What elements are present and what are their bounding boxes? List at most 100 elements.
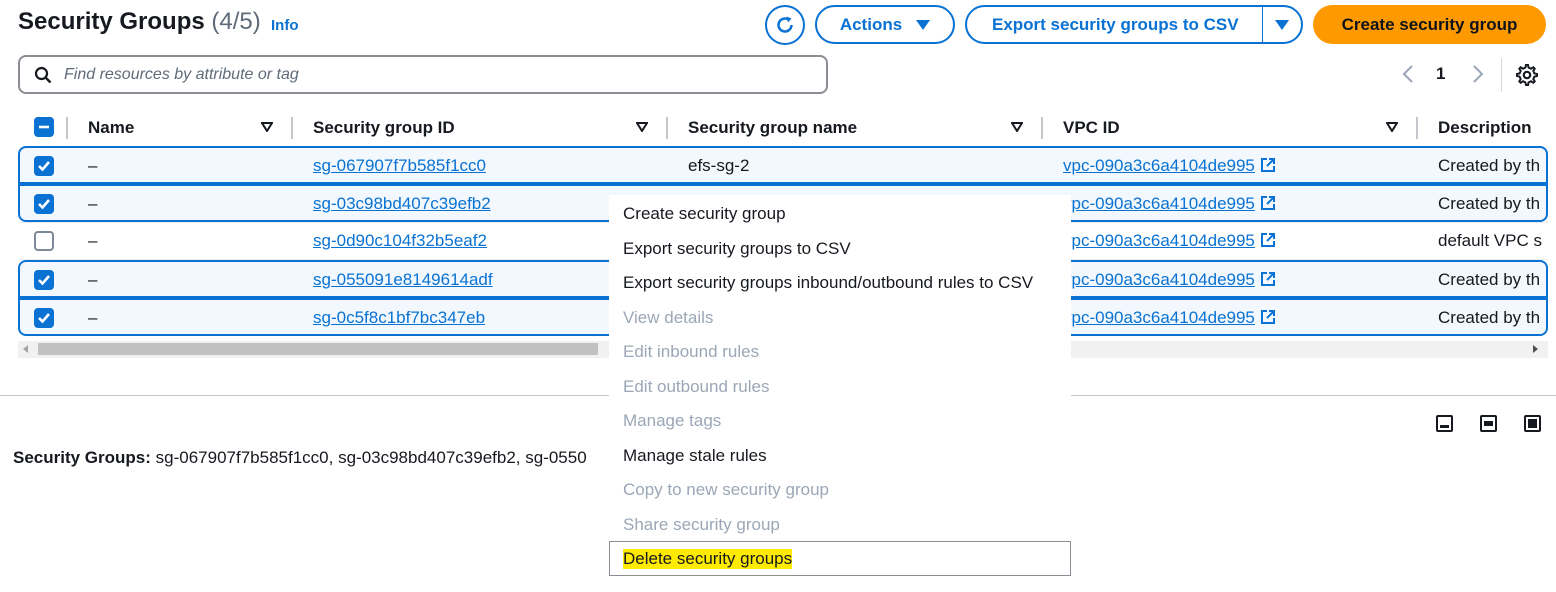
menu-item-manage-stale-rules[interactable]: Manage stale rules bbox=[623, 446, 767, 466]
menu-item-create-security-group[interactable]: Create security group bbox=[623, 204, 786, 224]
selected-groups-label: Security Groups: bbox=[13, 448, 151, 467]
row-checkbox[interactable] bbox=[34, 231, 54, 251]
column-header-vpc-id[interactable]: VPC ID bbox=[1063, 118, 1120, 138]
cell-description: default VPC s bbox=[1438, 231, 1542, 250]
sort-icon[interactable] bbox=[636, 122, 648, 132]
cell-vpc-id: vpc-090a3c6a4104de995 bbox=[1063, 270, 1276, 290]
menu-item-export-csv[interactable]: Export security groups to CSV bbox=[623, 239, 851, 259]
search-placeholder: Find resources by attribute or tag bbox=[64, 65, 299, 83]
menu-item-edit-outbound-rules: Edit outbound rules bbox=[623, 377, 770, 396]
column-header-description[interactable]: Description bbox=[1438, 118, 1532, 138]
menu-item-manage-tags: Manage tags bbox=[623, 411, 722, 430]
panel-bottom-icon[interactable] bbox=[1436, 415, 1453, 432]
vpc-link[interactable]: vpc-090a3c6a4104de995 bbox=[1063, 270, 1255, 289]
menu-item-view-details: View details bbox=[623, 308, 714, 327]
column-divider bbox=[1416, 117, 1418, 139]
column-header-name[interactable]: Name bbox=[88, 118, 134, 138]
selection-count: (4/5) bbox=[211, 8, 261, 35]
cell-vpc-id: vpc-090a3c6a4104de995 bbox=[1063, 156, 1276, 176]
external-link-icon bbox=[1260, 233, 1275, 247]
external-link-icon bbox=[1260, 272, 1275, 286]
previous-page-icon[interactable] bbox=[1400, 63, 1416, 85]
cell-description: Created by th bbox=[1438, 270, 1541, 289]
refresh-button[interactable] bbox=[765, 5, 805, 45]
cell-name: – bbox=[88, 308, 98, 327]
scroll-left-icon[interactable] bbox=[23, 345, 28, 353]
caret-down-icon bbox=[916, 19, 931, 30]
scrollbar-thumb[interactable] bbox=[38, 343, 598, 355]
panel-hide-icon[interactable] bbox=[1524, 415, 1541, 432]
info-link[interactable]: Info bbox=[271, 17, 299, 34]
actions-button-label: Actions bbox=[839, 14, 903, 34]
row-checkbox[interactable] bbox=[34, 270, 54, 290]
export-csv-split-button: Export security groups to CSV bbox=[965, 5, 1303, 44]
table-row[interactable]: – sg-067907f7b585f1cc0 efs-sg-2 vpc-090a… bbox=[18, 146, 1548, 184]
cell-security-group-id[interactable]: sg-0d90c104f32b5eaf2 bbox=[313, 231, 487, 251]
column-divider bbox=[666, 117, 668, 139]
external-link-icon bbox=[1260, 196, 1275, 210]
cell-security-group-id[interactable]: sg-067907f7b585f1cc0 bbox=[313, 156, 486, 176]
indeterminate-icon bbox=[39, 125, 49, 129]
actions-button[interactable]: Actions bbox=[815, 5, 955, 44]
vpc-link[interactable]: vpc-090a3c6a4104de995 bbox=[1063, 308, 1255, 327]
sort-icon[interactable] bbox=[1386, 122, 1398, 132]
menu-item-copy-to-new: Copy to new security group bbox=[623, 480, 829, 499]
create-security-group-button[interactable]: Create security group bbox=[1313, 5, 1546, 44]
scroll-right-icon[interactable] bbox=[1533, 345, 1538, 353]
cell-name: – bbox=[88, 270, 98, 289]
column-header-security-group-id[interactable]: Security group ID bbox=[313, 118, 455, 138]
cell-security-group-id[interactable]: sg-03c98bd407c39efb2 bbox=[313, 194, 491, 214]
cell-security-group-id[interactable]: sg-0c5f8c1bf7bc347eb bbox=[313, 308, 485, 328]
row-checkbox[interactable] bbox=[34, 156, 54, 176]
external-link-icon bbox=[1260, 158, 1275, 172]
column-divider bbox=[66, 117, 68, 139]
panel-side-icon[interactable] bbox=[1480, 415, 1497, 432]
cell-name: – bbox=[88, 194, 98, 213]
table-header: Name Security group ID Security group na… bbox=[18, 110, 1548, 144]
cell-name: – bbox=[88, 156, 98, 175]
search-input[interactable]: Find resources by attribute or tag bbox=[18, 55, 828, 94]
page-title-text: Security Groups bbox=[18, 8, 205, 35]
next-page-icon[interactable] bbox=[1470, 63, 1486, 85]
page-number[interactable]: 1 bbox=[1436, 64, 1445, 84]
cell-security-group-id[interactable]: sg-055091e8149614adf bbox=[313, 270, 493, 290]
checkmark-icon bbox=[38, 161, 50, 172]
export-csv-button[interactable]: Export security groups to CSV bbox=[967, 15, 1262, 35]
select-all-checkbox[interactable] bbox=[34, 117, 54, 137]
security-groups-page: Security Groups (4/5) Info Actions Expor… bbox=[0, 0, 1556, 592]
cell-security-group-name: efs-sg-2 bbox=[688, 156, 750, 175]
checkmark-icon bbox=[38, 313, 50, 324]
pagination-divider bbox=[1501, 58, 1502, 92]
cell-description: Created by th bbox=[1438, 156, 1541, 175]
vpc-link[interactable]: vpc-090a3c6a4104de995 bbox=[1063, 194, 1255, 213]
page-title: Security Groups (4/5) bbox=[18, 8, 261, 36]
cell-vpc-id: vpc-090a3c6a4104de995 bbox=[1063, 194, 1276, 214]
refresh-icon bbox=[777, 16, 793, 33]
cell-name: – bbox=[88, 231, 98, 250]
row-checkbox[interactable] bbox=[34, 194, 54, 214]
cell-description: Created by th bbox=[1438, 194, 1541, 213]
column-divider bbox=[291, 117, 293, 139]
column-header-security-group-name[interactable]: Security group name bbox=[688, 118, 857, 138]
actions-dropdown-menu: Create security group Export security gr… bbox=[609, 195, 1071, 579]
row-checkbox[interactable] bbox=[34, 308, 54, 328]
cell-vpc-id: vpc-090a3c6a4104de995 bbox=[1063, 308, 1276, 328]
export-dropdown-button[interactable] bbox=[1263, 19, 1301, 30]
menu-item-export-rules-csv[interactable]: Export security groups inbound/outbound … bbox=[623, 273, 1033, 293]
menu-item-delete-security-groups[interactable]: Delete security groups bbox=[609, 541, 1071, 576]
cell-vpc-id: vpc-090a3c6a4104de995 bbox=[1063, 231, 1276, 251]
checkmark-icon bbox=[38, 199, 50, 210]
column-divider bbox=[1041, 117, 1043, 139]
vpc-link[interactable]: vpc-090a3c6a4104de995 bbox=[1063, 231, 1255, 250]
caret-down-icon bbox=[1275, 19, 1289, 30]
menu-item-share: Share security group bbox=[623, 515, 780, 534]
sort-icon[interactable] bbox=[1011, 122, 1023, 132]
gear-icon[interactable] bbox=[1516, 64, 1538, 86]
search-icon bbox=[34, 66, 52, 83]
vpc-link[interactable]: vpc-090a3c6a4104de995 bbox=[1063, 156, 1255, 175]
sort-icon[interactable] bbox=[261, 122, 273, 132]
checkmark-icon bbox=[38, 275, 50, 286]
selected-groups-value: sg-067907f7b585f1cc0, sg-03c98bd407c39ef… bbox=[155, 448, 587, 467]
selected-groups-summary: Security Groups: sg-067907f7b585f1cc0, s… bbox=[13, 448, 613, 468]
external-link-icon bbox=[1260, 310, 1275, 324]
